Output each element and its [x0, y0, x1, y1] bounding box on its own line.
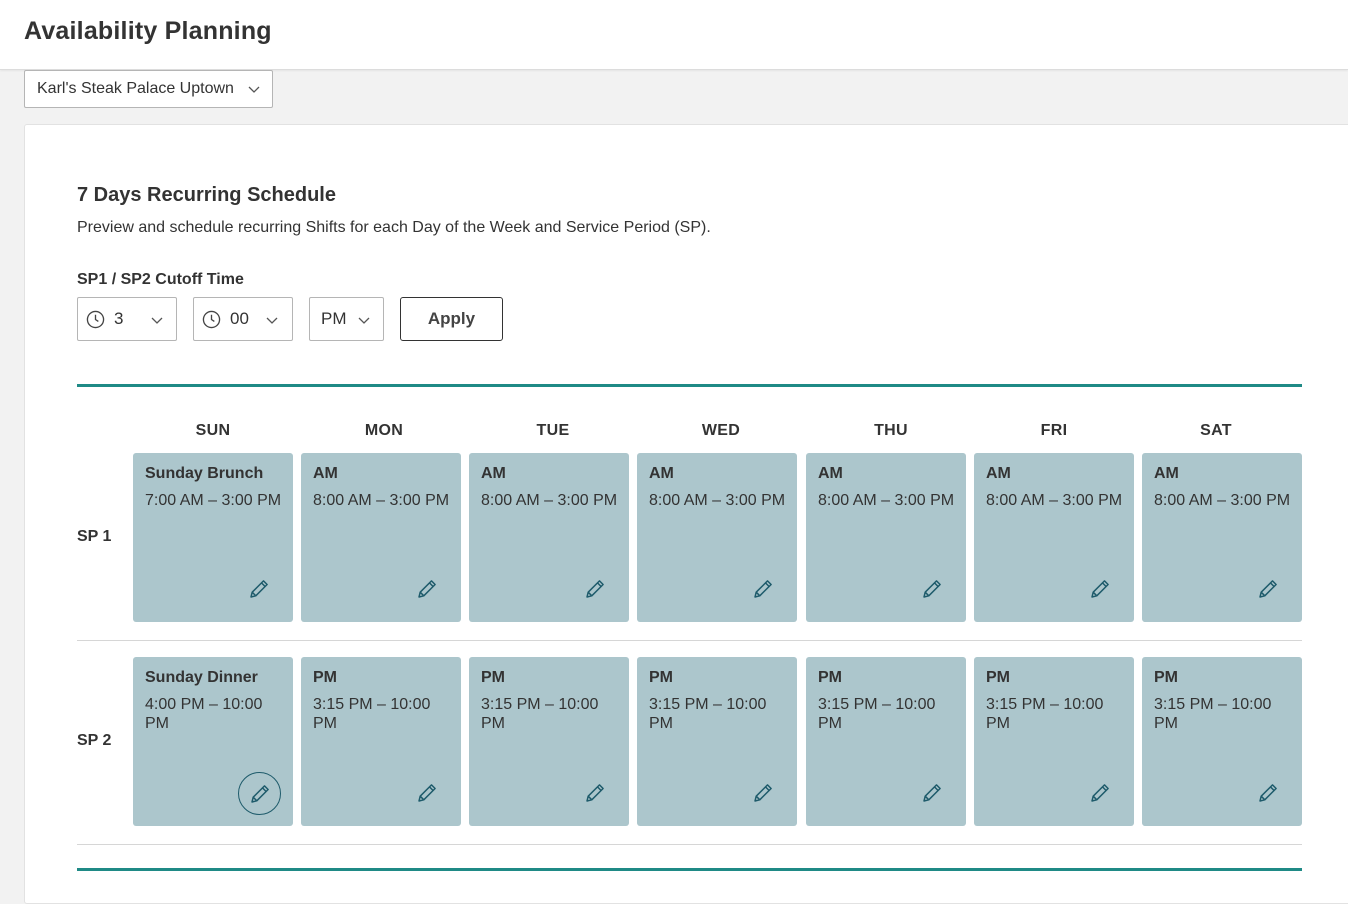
shift-time: 8:00 AM – 3:00 PM [818, 492, 955, 509]
chevron-down-icon [248, 86, 260, 93]
pencil-icon[interactable] [247, 577, 271, 601]
shift-name: PM [313, 669, 337, 686]
shift-card-sp1-wed[interactable]: AM 8:00 AM – 3:00 PM [637, 453, 797, 622]
shift-time: 8:00 AM – 3:00 PM [986, 492, 1123, 509]
shift-card-sp1-thu[interactable]: AM 8:00 AM – 3:00 PM [806, 453, 966, 622]
pencil-icon[interactable] [1088, 577, 1112, 601]
cutoff-minute-select[interactable]: 00 [193, 297, 293, 341]
shift-card-sp2-wed[interactable]: PM 3:15 PM – 10:00 PM [637, 657, 797, 826]
shift-time: 7:00 AM – 3:00 PM [145, 492, 282, 509]
shift-name: AM [1154, 465, 1179, 482]
service-period-label: SP 1 [77, 528, 112, 545]
shift-name: AM [818, 465, 843, 482]
shift-time: 8:00 AM – 3:00 PM [649, 492, 786, 509]
cutoff-hour-select[interactable]: 3 [77, 297, 177, 341]
shift-card-sp2-fri[interactable]: PM 3:15 PM – 10:00 PM [974, 657, 1134, 826]
day-header-sat: SAT [1200, 422, 1232, 439]
pencil-icon[interactable] [920, 577, 944, 601]
pencil-icon[interactable] [1256, 781, 1280, 805]
cutoff-minute-value: 00 [230, 309, 249, 328]
section-title: 7 Days Recurring Schedule [77, 184, 336, 206]
shift-name: PM [986, 669, 1010, 686]
page-title: Availability Planning [24, 17, 272, 45]
shift-name: AM [313, 465, 338, 482]
schedule-top-divider [77, 384, 1302, 387]
clock-icon [202, 310, 221, 329]
day-header-mon: MON [364, 422, 404, 439]
service-period-label: SP 2 [77, 732, 112, 749]
cutoff-ampm-value: PM [321, 309, 347, 328]
schedule-bottom-divider [77, 868, 1302, 871]
pencil-icon[interactable] [238, 772, 281, 815]
shift-card-sp2-sat[interactable]: PM 3:15 PM – 10:00 PM [1142, 657, 1302, 826]
day-header-wed: WED [701, 422, 741, 439]
shift-name: AM [481, 465, 506, 482]
pencil-icon[interactable] [415, 781, 439, 805]
clock-icon [86, 310, 105, 329]
pencil-icon[interactable] [415, 577, 439, 601]
pencil-icon[interactable] [1088, 781, 1112, 805]
shift-card-sp1-sun[interactable]: Sunday Brunch 7:00 AM – 3:00 PM [133, 453, 293, 622]
row-divider [77, 844, 1302, 845]
pencil-icon[interactable] [920, 781, 944, 805]
pencil-icon[interactable] [751, 577, 775, 601]
day-header-fri: FRI [1040, 422, 1068, 439]
cutoff-time-label: SP1 / SP2 Cutoff Time [77, 271, 244, 288]
shift-time: 8:00 AM – 3:00 PM [481, 492, 618, 509]
shift-time: 3:15 PM – 10:00 PM [986, 696, 1104, 732]
chevron-down-icon [151, 317, 163, 324]
pencil-icon[interactable] [583, 781, 607, 805]
pencil-icon[interactable] [1256, 577, 1280, 601]
location-select[interactable]: Karl's Steak Palace Uptown [24, 70, 273, 108]
shift-time: 3:15 PM – 10:00 PM [1154, 696, 1272, 732]
day-header-thu: THU [874, 422, 908, 439]
shift-time: 4:00 PM – 10:00 PM [145, 696, 263, 732]
row-divider [77, 640, 1302, 641]
shift-card-sp2-sun[interactable]: Sunday Dinner 4:00 PM – 10:00 PM [133, 657, 293, 826]
shift-name: PM [818, 669, 842, 686]
shift-card-sp1-mon[interactable]: AM 8:00 AM – 3:00 PM [301, 453, 461, 622]
shift-name: PM [649, 669, 673, 686]
shift-time: 3:15 PM – 10:00 PM [313, 696, 431, 732]
chevron-down-icon [358, 317, 370, 324]
shift-time: 3:15 PM – 10:00 PM [818, 696, 936, 732]
shift-card-sp1-fri[interactable]: AM 8:00 AM – 3:00 PM [974, 453, 1134, 622]
shift-name: AM [986, 465, 1011, 482]
shift-time: 8:00 AM – 3:00 PM [313, 492, 450, 509]
shift-time: 3:15 PM – 10:00 PM [649, 696, 767, 732]
pencil-icon[interactable] [583, 577, 607, 601]
shift-time: 8:00 AM – 3:00 PM [1154, 492, 1291, 509]
shift-name: AM [649, 465, 674, 482]
apply-button[interactable]: Apply [400, 297, 503, 341]
chevron-down-icon [266, 317, 278, 324]
shift-card-sp2-tue[interactable]: PM 3:15 PM – 10:00 PM [469, 657, 629, 826]
day-header-sun: SUN [195, 422, 231, 439]
section-description: Preview and schedule recurring Shifts fo… [77, 219, 711, 236]
cutoff-ampm-select[interactable]: PM [309, 297, 384, 341]
shift-name: PM [481, 669, 505, 686]
shift-card-sp1-tue[interactable]: AM 8:00 AM – 3:00 PM [469, 453, 629, 622]
pencil-icon[interactable] [751, 781, 775, 805]
shift-time: 3:15 PM – 10:00 PM [481, 696, 599, 732]
top-bar: Availability Planning [0, 0, 1348, 70]
shift-name: PM [1154, 669, 1178, 686]
day-header-tue: TUE [536, 422, 570, 439]
shift-name: Sunday Brunch [145, 465, 264, 482]
shift-card-sp1-sat[interactable]: AM 8:00 AM – 3:00 PM [1142, 453, 1302, 622]
shift-card-sp2-mon[interactable]: PM 3:15 PM – 10:00 PM [301, 657, 461, 826]
shift-card-sp2-thu[interactable]: PM 3:15 PM – 10:00 PM [806, 657, 966, 826]
shift-name: Sunday Dinner [145, 669, 258, 686]
location-select-value: Karl's Steak Palace Uptown [37, 80, 234, 97]
cutoff-hour-value: 3 [114, 309, 124, 328]
